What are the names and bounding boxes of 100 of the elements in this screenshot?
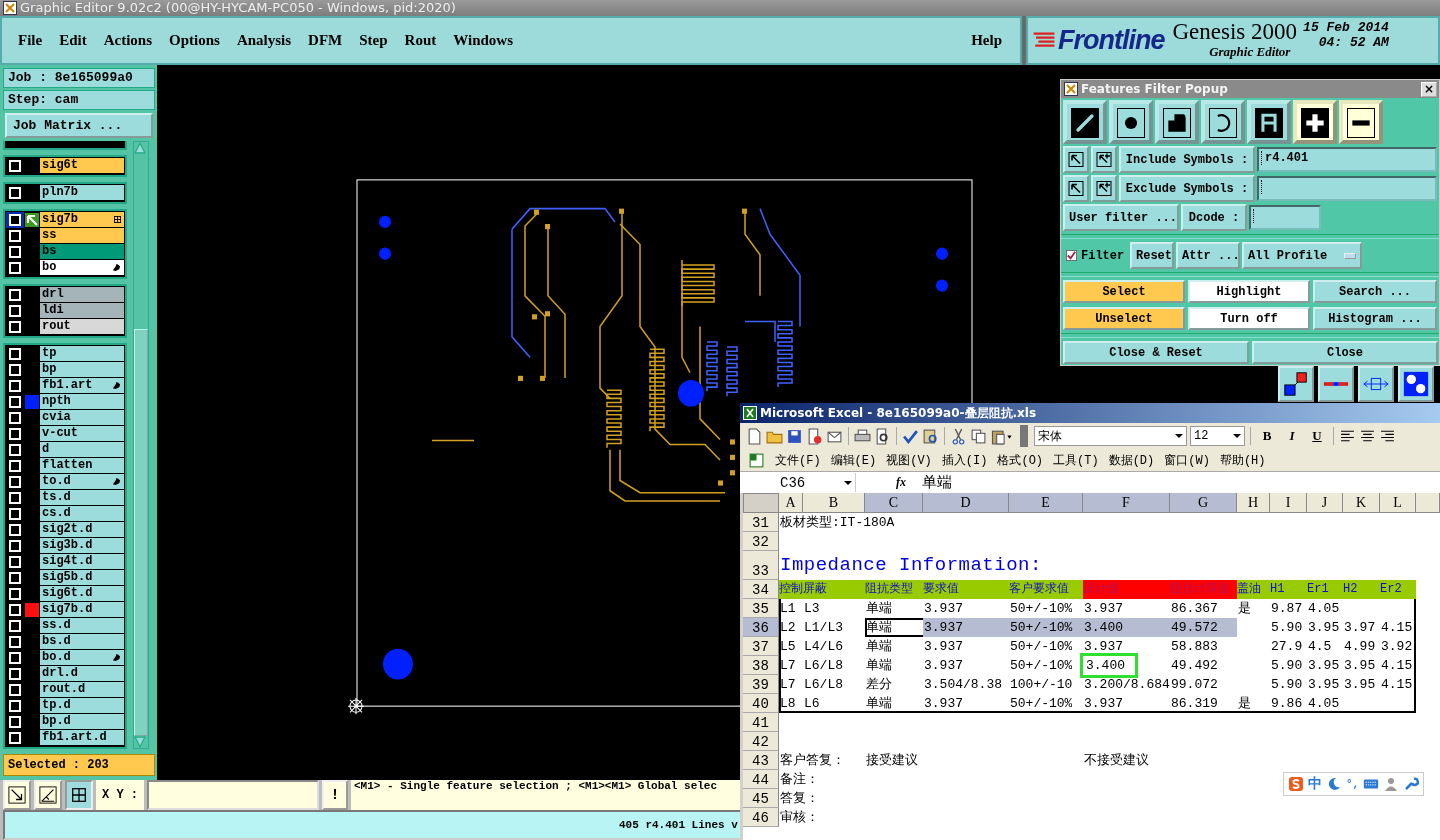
menu-item[interactable]: Help (969, 29, 1010, 51)
row-header[interactable]: 31 (743, 513, 779, 532)
job-matrix-button[interactable]: Job Matrix ... (5, 113, 153, 138)
row-header[interactable]: 39 (743, 675, 779, 694)
feature-type-button[interactable] (1201, 100, 1245, 144)
grid-snap-icon[interactable] (65, 780, 93, 810)
shapes-icon[interactable] (1278, 366, 1314, 402)
layer-checkbox[interactable] (9, 412, 21, 424)
new-document-icon[interactable] (746, 427, 763, 445)
feature-type-button[interactable] (1155, 100, 1199, 144)
layer-checkbox[interactable] (9, 246, 21, 258)
layer-name[interactable]: sig7b.d (40, 602, 124, 617)
toolbar-grip[interactable] (1020, 425, 1028, 447)
layer-checkbox[interactable] (9, 230, 21, 242)
layer-name[interactable]: bp (40, 362, 124, 377)
column-header[interactable]: H (1237, 493, 1270, 513)
layer-checkbox[interactable] (9, 540, 21, 552)
layer-checkbox[interactable] (9, 668, 21, 680)
row-header[interactable]: 41 (743, 713, 779, 732)
xy-input-field[interactable] (147, 780, 319, 810)
cut-icon[interactable] (950, 427, 967, 445)
layer-checkbox[interactable] (9, 160, 21, 172)
scrollbar[interactable] (133, 141, 149, 749)
row-header[interactable]: 40 (743, 694, 779, 713)
column-header[interactable]: I (1270, 493, 1307, 513)
column-header[interactable]: F (1083, 493, 1170, 513)
layer-name[interactable]: tp.d (40, 698, 124, 713)
row-header[interactable]: 46 (743, 808, 779, 827)
layer-name[interactable]: bp.d (40, 714, 124, 729)
layer-checkbox[interactable] (9, 380, 21, 392)
print-preview-icon[interactable] (874, 427, 891, 445)
layer-name[interactable]: sig6t (40, 158, 124, 173)
scroll-thumb[interactable] (134, 329, 148, 736)
menu-item[interactable]: 格式(O) (997, 451, 1044, 469)
add-symbol-icon[interactable] (1091, 175, 1117, 202)
menu-item[interactable]: 工具(T) (1053, 451, 1099, 469)
layer-checkbox[interactable] (9, 652, 21, 664)
row-header[interactable]: 34 (743, 580, 779, 599)
layer-checkbox[interactable] (9, 348, 21, 360)
row-header[interactable]: 36 (743, 618, 779, 637)
layer-checkbox[interactable] (9, 444, 21, 456)
layer-checkbox[interactable] (9, 262, 21, 274)
row-header[interactable]: 32 (743, 532, 779, 551)
reset-button[interactable]: Reset (1130, 242, 1174, 269)
filter-checkbox[interactable] (1066, 250, 1077, 261)
menu-item[interactable]: 数据(D) (1108, 451, 1155, 469)
name-box[interactable]: C36 (740, 473, 856, 492)
layer-checkbox[interactable] (9, 187, 21, 199)
polarity-button[interactable] (1293, 100, 1337, 144)
column-header[interactable]: L (1380, 493, 1416, 513)
layer-name[interactable]: bs (40, 244, 124, 259)
dimension-icon[interactable] (1358, 366, 1394, 402)
row-header[interactable]: 45 (743, 789, 779, 808)
column-header[interactable]: D (923, 493, 1009, 513)
layer-checkbox[interactable] (9, 460, 21, 472)
row-header[interactable]: 35 (743, 599, 779, 618)
pick-symbol-icon[interactable] (1063, 146, 1089, 173)
menu-item[interactable]: DFM (306, 29, 351, 51)
dcode-button[interactable]: Dcode : (1181, 204, 1247, 231)
layer-name[interactable]: v-cut (40, 426, 124, 441)
column-header[interactable] (1416, 493, 1440, 513)
layer-checkbox[interactable] (9, 214, 21, 226)
menu-item[interactable]: Windows (451, 29, 521, 51)
layer-name[interactable]: flatten (40, 458, 124, 473)
save-icon[interactable] (786, 427, 803, 445)
format-button[interactable]: I (1281, 426, 1303, 446)
layer-checkbox[interactable] (9, 716, 21, 728)
layer-name[interactable]: npth (40, 394, 124, 409)
menu-item[interactable]: 插入(I) (941, 451, 988, 469)
row-header[interactable]: 42 (743, 732, 779, 751)
layer-checkbox[interactable] (9, 321, 21, 333)
menu-item[interactable]: Analysis (234, 29, 300, 51)
layer-checkbox[interactable] (9, 556, 21, 568)
layer-name[interactable]: drl.d (40, 666, 124, 681)
layer-name[interactable]: to.d (40, 474, 124, 489)
layer-name[interactable]: cs.d (40, 506, 124, 521)
punctuation-button[interactable]: °, (1346, 778, 1360, 790)
layer-checkbox[interactable] (9, 604, 21, 616)
column-header[interactable]: B (803, 493, 865, 513)
layer-name[interactable]: rout (40, 319, 124, 334)
moon-icon[interactable] (1326, 776, 1342, 792)
feature-type-button[interactable] (1247, 100, 1291, 144)
layer-name[interactable]: sig6t.d (40, 586, 124, 601)
menu-item[interactable]: 视图(V) (886, 451, 932, 469)
row-header[interactable]: 44 (743, 770, 779, 789)
formula-field[interactable]: 单端 (916, 473, 1440, 492)
zoom-icon[interactable] (3, 780, 31, 810)
layer-name[interactable]: tp (40, 346, 124, 361)
column-header[interactable]: E (1009, 493, 1083, 513)
row-header[interactable]: 43 (743, 751, 779, 770)
layer-checkbox[interactable] (9, 684, 21, 696)
layer-name[interactable]: bs.d (40, 634, 124, 649)
alert-button[interactable]: ! (322, 780, 348, 810)
layer-checkbox[interactable] (9, 305, 21, 317)
layer-checkbox[interactable] (9, 396, 21, 408)
layer-name[interactable]: cvia (40, 410, 124, 425)
close-button[interactable]: Close & Reset (1063, 341, 1249, 364)
layer-name[interactable]: ldi (40, 303, 124, 318)
layer-checkbox[interactable] (9, 588, 21, 600)
layer-checkbox[interactable] (9, 289, 21, 301)
